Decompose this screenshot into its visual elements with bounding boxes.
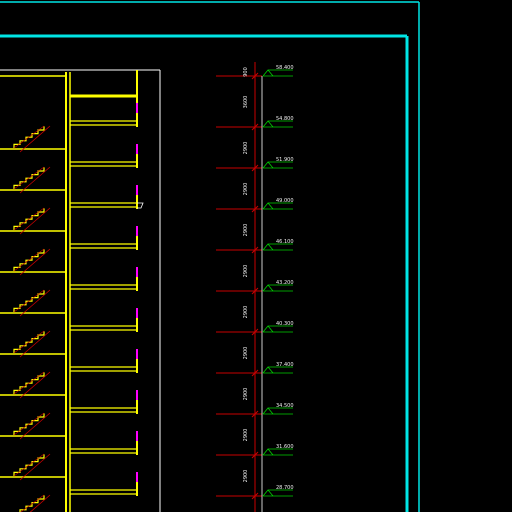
dimension-label: 2900 — [243, 224, 249, 237]
level-label: 46.100 — [276, 239, 294, 245]
dimension-label: 2900 — [243, 347, 249, 360]
dimension-label: 2900 — [243, 470, 249, 483]
level-marker-3: 51.900 — [262, 157, 294, 169]
elevation-markers: 58.400 54.800 51.900 49.000 46.100 43.20… — [262, 65, 294, 497]
level-marker-7: 40.300 — [262, 321, 294, 333]
dimension-label: 3600 — [243, 96, 249, 109]
dimension-labels: 900 3600 2900 2900 2900 2900 2900 2900 2… — [243, 67, 249, 482]
dimension-label: 2900 — [243, 265, 249, 278]
level-marker-6: 43.200 — [262, 280, 294, 292]
stair-flights — [13, 125, 51, 512]
level-marker-1: 58.400 — [262, 65, 294, 77]
stair-hatch-line — [19, 125, 51, 153]
stair-hatch-line — [19, 166, 51, 194]
stair-hatch-line — [19, 330, 51, 358]
dimension-label: 2900 — [243, 306, 249, 319]
level-label: 28.700 — [276, 485, 294, 491]
dimension-label: 2900 — [243, 183, 249, 196]
level-label: 43.200 — [276, 280, 294, 286]
stair-core-walls — [0, 70, 138, 512]
stair-hatch-line — [19, 248, 51, 276]
level-marker-9: 34.500 — [262, 403, 294, 415]
level-label: 54.800 — [276, 116, 294, 122]
stair-hatch-line — [19, 412, 51, 440]
level-marker-5: 46.100 — [262, 239, 294, 251]
dimension-chain — [216, 62, 263, 512]
level-label: 51.900 — [276, 157, 294, 163]
level-label: 34.500 — [276, 403, 294, 409]
level-marker-4: 49.000 — [262, 198, 294, 210]
cad-drawing-canvas[interactable]: 58.400 54.800 51.900 49.000 46.100 43.20… — [0, 0, 512, 512]
dimension-label: 2900 — [243, 429, 249, 442]
dimension-label: 2900 — [243, 142, 249, 155]
dimension-label: 2900 — [243, 388, 249, 401]
floor-slabs — [0, 103, 144, 496]
level-label: 49.000 — [276, 198, 294, 204]
level-marker-11: 28.700 — [262, 485, 294, 497]
stair-hatch-line — [19, 453, 51, 481]
stair-hatch-line — [19, 207, 51, 235]
level-marker-8: 37.400 — [262, 362, 294, 374]
stair-hatch-line — [19, 289, 51, 317]
level-label: 58.400 — [276, 65, 294, 71]
stair-hatch-line — [20, 494, 45, 512]
stair-hatch-line — [19, 371, 51, 399]
level-label: 40.300 — [276, 321, 294, 327]
level-marker-2: 54.800 — [262, 116, 294, 128]
level-marker-10: 31.600 — [262, 444, 294, 456]
level-label: 37.400 — [276, 362, 294, 368]
dimension-label: 900 — [243, 67, 249, 77]
level-label: 31.600 — [276, 444, 294, 450]
